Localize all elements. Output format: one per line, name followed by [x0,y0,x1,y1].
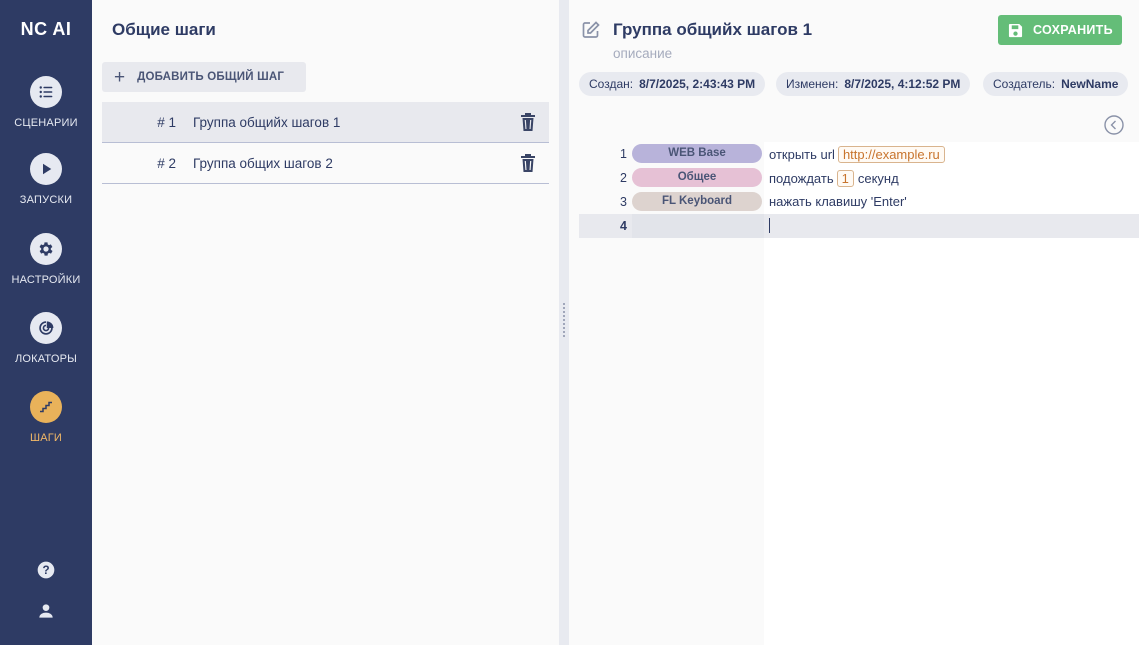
add-common-step-button[interactable]: + ДОБАВИТЬ ОБЩИЙ ШАГ [102,62,306,92]
text-cursor [769,218,770,233]
editor-line[interactable]: 1 WEB Base открыть url http://example.ru [579,142,1139,166]
panel-title: Общие шаги [112,20,216,39]
group-number: # 2 [157,155,176,171]
modified-badge: Изменен: 8/7/2025, 4:12:52 PM [776,72,971,96]
steps-editor[interactable]: 1 WEB Base открыть url http://example.ru… [579,142,1139,645]
creator-value: NewName [1061,77,1119,91]
empty-library-tag [632,214,764,238]
step-text[interactable]: подождать 1 секунд [769,170,899,187]
common-steps-panel: Общие шаги + ДОБАВИТЬ ОБЩИЙ ШАГ # 1 Груп… [92,0,559,645]
step-text[interactable]: нажать клавишу 'Enter' [769,194,907,209]
group-row[interactable]: # 1 Группа общийх шагов 1 [102,102,549,143]
step-text-before: подождать [769,171,834,186]
creator-label: Создатель: [993,77,1056,91]
modified-label: Изменен: [786,77,839,91]
library-tag: Общее [632,168,762,187]
help-icon[interactable]: ? [36,560,56,580]
nav-item-settings[interactable]: НАСТРОЙКИ [0,233,92,299]
step-text-before: нажать клавишу 'Enter' [769,194,907,209]
collapse-icon[interactable] [1104,115,1124,135]
nav-label: ЗАПУСКИ [19,194,73,206]
nav-label: НАСТРОЙКИ [11,274,81,286]
line-number: 4 [620,219,627,233]
group-editor-panel: Группа общийх шагов 1 описание СОХРАНИТЬ… [569,0,1139,645]
edit-icon[interactable] [581,20,601,40]
step-text-after: секунд [857,171,899,186]
plus-icon: + [114,66,126,88]
nav-item-scenarios[interactable]: СЦЕНАРИИ [0,76,92,142]
user-icon[interactable] [36,601,56,621]
step-param[interactable]: 1 [836,170,854,187]
library-tag: FL Keyboard [632,192,762,211]
play-icon [30,153,62,185]
nav-label: СЦЕНАРИИ [14,117,78,129]
group-number: # 1 [157,114,176,130]
nav-item-runs[interactable]: ЗАПУСКИ [0,153,92,219]
library-tag: WEB Base [632,144,762,163]
step-text[interactable]: открыть url http://example.ru [769,146,948,163]
line-number: 3 [620,195,627,209]
created-value: 8/7/2025, 2:43:43 PM [639,77,756,91]
save-label: СОХРАНИТЬ [1033,23,1113,37]
nav-label: ШАГИ [29,432,63,444]
editor-line[interactable]: 3 FL Keyboard нажать клавишу 'Enter' [579,190,1139,214]
trash-icon[interactable] [519,112,537,132]
step-param[interactable]: http://example.ru [837,146,945,163]
save-button[interactable]: СОХРАНИТЬ [998,15,1122,45]
created-badge: Создан: 8/7/2025, 2:43:43 PM [579,72,766,96]
group-title[interactable]: Группа общийх шагов 1 [613,20,812,40]
creator-badge: Создатель: NewName [983,72,1129,96]
sidebar: NC AI СЦЕНАРИИ ЗАПУСКИ НАСТРОЙКИ ЛОКАТОР… [0,0,92,645]
floppy-icon [1008,23,1023,37]
stairs-icon [30,391,62,423]
gear-icon [30,233,62,265]
svg-text:?: ? [42,564,49,577]
group-name: Группа общих шагов 2 [193,155,333,171]
add-button-label: ДОБАВИТЬ ОБЩИЙ ШАГ [137,71,285,83]
created-label: Создан: [589,77,634,91]
app: NC AI СЦЕНАРИИ ЗАПУСКИ НАСТРОЙКИ ЛОКАТОР… [0,0,1139,645]
line-number: 2 [620,171,627,185]
nav-label: ЛОКАТОРЫ [14,353,78,365]
editor-line[interactable]: 2 Общее подождать 1 секунд [579,166,1139,190]
group-description[interactable]: описание [613,46,672,61]
trash-icon[interactable] [519,153,537,173]
list-icon [30,76,62,108]
editor-line-current[interactable]: 4 [579,214,1139,238]
radar-icon [30,312,62,344]
line-number: 1 [620,147,627,161]
drag-handle-icon[interactable] [562,302,566,338]
group-name: Группа общийх шагов 1 [193,114,341,130]
step-text-before: открыть url [769,147,835,162]
group-row[interactable]: # 2 Группа общих шагов 2 [102,143,549,184]
nav-item-locators[interactable]: ЛОКАТОРЫ [0,312,92,378]
nav-item-steps[interactable]: ШАГИ [0,391,92,457]
app-logo: NC AI [20,19,72,39]
panel-splitter[interactable] [559,0,569,645]
modified-value: 8/7/2025, 4:12:52 PM [844,77,961,91]
